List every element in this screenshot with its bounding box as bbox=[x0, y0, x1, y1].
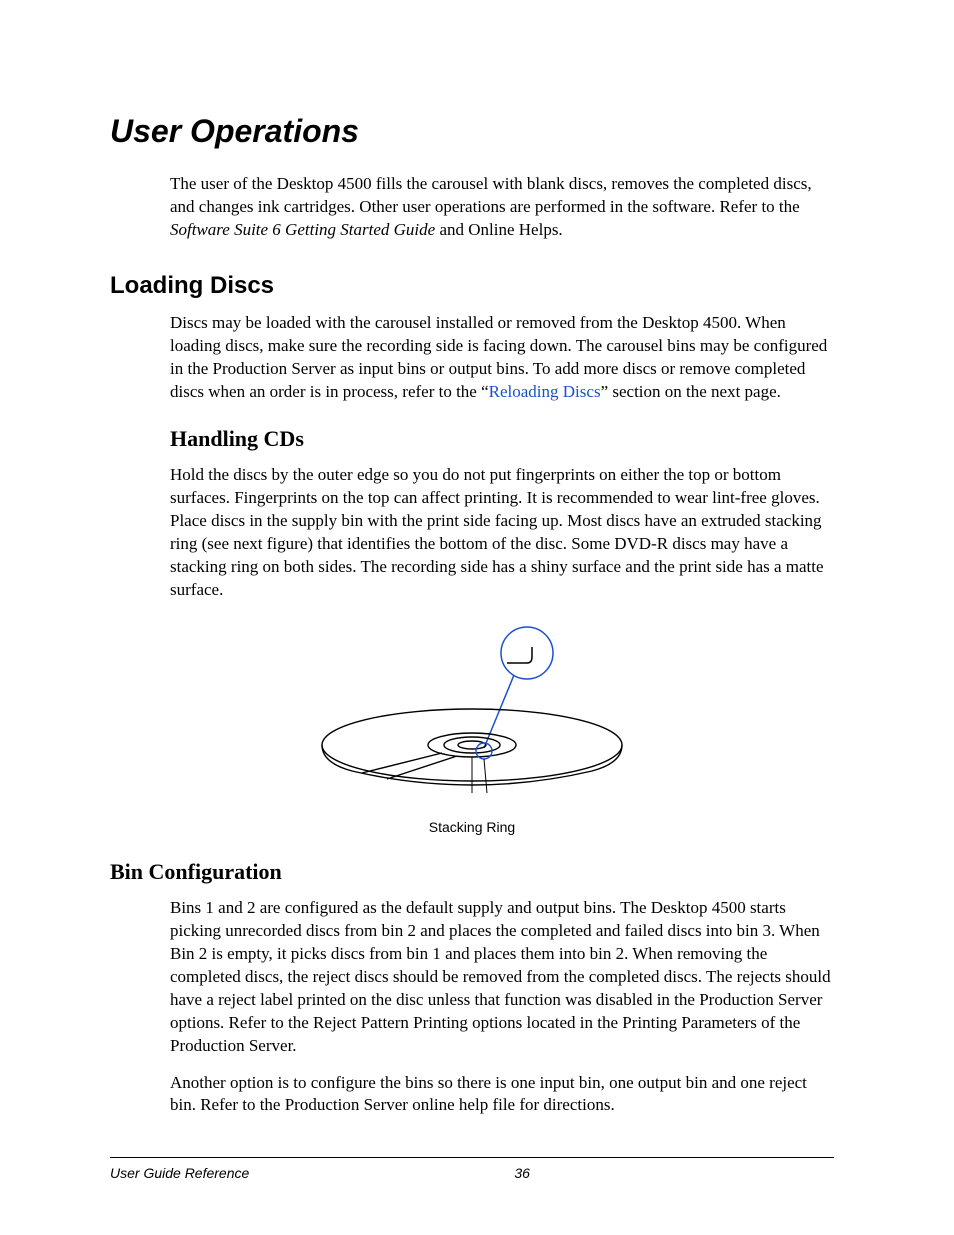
intro-italic-ref: Software Suite 6 Getting Started Guide bbox=[170, 220, 435, 239]
document-page: User Operations The user of the Desktop … bbox=[0, 0, 954, 1235]
figure-caption: Stacking Ring bbox=[110, 818, 834, 837]
page-footer: User Guide Reference 36 bbox=[110, 1157, 834, 1183]
section-loading-discs: Loading Discs bbox=[110, 270, 834, 302]
footer-page-number: 36 bbox=[514, 1164, 530, 1183]
loading-paragraph: Discs may be loaded with the carousel in… bbox=[170, 312, 834, 404]
reloading-discs-link[interactable]: Reloading Discs bbox=[489, 382, 601, 401]
disc-figure: Stacking Ring bbox=[110, 623, 834, 837]
intro-paragraph: The user of the Desktop 4500 fills the c… bbox=[170, 173, 834, 242]
binconfig-paragraph-1: Bins 1 and 2 are configured as the defau… bbox=[170, 897, 834, 1058]
footer-title: User Guide Reference bbox=[110, 1164, 249, 1183]
binconfig-paragraph-2: Another option is to configure the bins … bbox=[170, 1072, 834, 1118]
subsection-handling-cds: Handling CDs bbox=[170, 424, 834, 454]
page-title: User Operations bbox=[110, 110, 834, 153]
handling-paragraph: Hold the discs by the outer edge so you … bbox=[170, 464, 834, 602]
subsection-bin-configuration: Bin Configuration bbox=[110, 857, 834, 887]
intro-text-after: and Online Helps. bbox=[435, 220, 562, 239]
loading-text-after: ” section on the next page. bbox=[601, 382, 781, 401]
intro-text-before: The user of the Desktop 4500 fills the c… bbox=[170, 174, 812, 216]
disc-illustration bbox=[292, 623, 652, 813]
